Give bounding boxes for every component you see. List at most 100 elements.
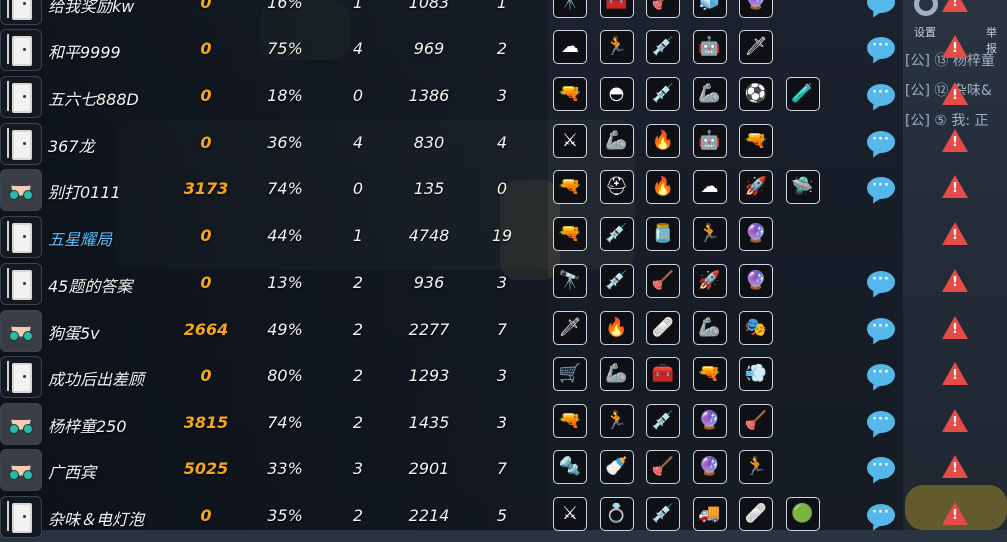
red-plunger-icon[interactable]: 🪠	[646, 450, 680, 484]
syringe-icon[interactable]: 💉	[599, 217, 634, 251]
chat-bubble-icon[interactable]: ···	[867, 271, 895, 293]
shopping-cart-icon[interactable]: 🛒	[553, 357, 587, 391]
pink-cloud-icon[interactable]: ☁	[553, 30, 587, 64]
player-row[interactable]: 给我奖励kw 0 16% 1 1083 1 🔭 🧰 🪠 🧊 🔮 ···!	[0, 0, 1007, 29]
report-warning-icon[interactable]: !	[942, 82, 968, 105]
player-row[interactable]: 五六七888D 0 18% 0 1386 3 🔫 ◓ 💉 🦾 ⚽ 🧪 ···!	[0, 76, 1007, 122]
player-name[interactable]: 杨梓童250	[48, 413, 178, 437]
player-row[interactable]: 五星耀局 0 44% 1 4748 19 🔫 💉 🫙 🏃 🔮!	[0, 216, 1007, 262]
purple-mask-icon[interactable]: 🎭	[739, 311, 773, 345]
bubble-orb-icon[interactable]: 🔮	[692, 404, 727, 438]
mech-arm-icon[interactable]: 🦾	[692, 311, 727, 345]
mech-arm-icon[interactable]: 🦾	[692, 77, 727, 111]
chat-bubble-icon[interactable]: ···	[867, 504, 895, 526]
report-warning-icon[interactable]: !	[942, 362, 968, 385]
treasure-chest-icon[interactable]: 🧰	[646, 357, 680, 391]
syringe-icon[interactable]: 💉	[599, 264, 634, 298]
purple-cannon-icon[interactable]: 🔫	[553, 217, 587, 251]
spaceship-icon[interactable]: 🚀	[739, 170, 773, 204]
truck-icon[interactable]: 🚚	[692, 497, 727, 531]
red-plunger-icon[interactable]: 🪠	[739, 404, 773, 438]
ufo-icon[interactable]: 🛸	[785, 170, 820, 204]
player-name[interactable]: 和平9999	[48, 39, 178, 63]
player-name[interactable]: 广西宾	[48, 459, 178, 483]
bandage-icon[interactable]: 🩹	[739, 497, 773, 531]
chat-bubble-icon[interactable]: ···	[867, 177, 895, 199]
purple-potion-icon[interactable]: 🧪	[785, 77, 820, 111]
report-warning-icon[interactable]: !	[942, 129, 968, 152]
player-name[interactable]: 给我奖励kw	[48, 0, 178, 17]
report-warning-icon[interactable]: !	[942, 316, 968, 339]
milk-bottle-icon[interactable]: 🍼	[599, 450, 634, 484]
green-dash-icon[interactable]: 💨	[739, 357, 773, 391]
player-row[interactable]: 别打0111 3173 74% 0 135 0 🔫 ⛑ 🔥 ☁ 🚀 🛸 ···!	[0, 169, 1007, 215]
player-name[interactable]: 五六七888D	[48, 86, 178, 110]
crystal-cube-icon[interactable]: 🧊	[692, 0, 727, 18]
robot-head-icon[interactable]: 🤖	[692, 124, 727, 158]
fire-staff-icon[interactable]: 🔥	[646, 170, 680, 204]
red-plunger-icon[interactable]: 🪠	[646, 264, 680, 298]
player-row[interactable]: 和平9999 0 75% 4 969 2 ☁ 🏃 💉 🤖 🗡 ···!	[0, 29, 1007, 75]
report-warning-icon[interactable]: !	[942, 175, 968, 198]
bubble-orb-icon[interactable]: 🔮	[739, 264, 773, 298]
player-name[interactable]: 别打0111	[48, 179, 178, 203]
blue-cannon-icon[interactable]: 🔫	[739, 124, 773, 158]
running-man-icon[interactable]: 🏃	[692, 217, 727, 251]
syringe-icon[interactable]: 💉	[646, 404, 680, 438]
chat-bubble-icon[interactable]: ···	[867, 84, 895, 106]
blue-sword-icon[interactable]: ⚔	[553, 124, 587, 158]
robot-parts-icon[interactable]: 🤖	[692, 30, 727, 64]
report-warning-icon[interactable]: !	[942, 35, 968, 58]
player-name[interactable]: 367龙	[48, 133, 178, 157]
mech-arm-icon[interactable]: 🦾	[599, 124, 634, 158]
gold-cannon-icon[interactable]: 🔫	[553, 170, 587, 204]
chat-bubble-icon[interactable]: ···	[867, 411, 895, 433]
report-warning-icon[interactable]: !	[942, 502, 968, 525]
report-warning-icon[interactable]: !	[942, 269, 968, 292]
green-rocket-icon[interactable]: 🚀	[692, 264, 727, 298]
chat-bubble-icon[interactable]: ···	[867, 0, 895, 13]
bubble-orb-icon[interactable]: 🔮	[739, 217, 773, 251]
treasure-chest-icon[interactable]: 🧰	[599, 0, 634, 18]
gold-drill-icon[interactable]: 🔩	[553, 450, 587, 484]
player-row[interactable]: 45题的答案 0 13% 2 936 3 🔭 💉 🪠 🚀 🔮 ···!	[0, 263, 1007, 309]
player-name[interactable]: 杂味＆电灯泡	[48, 506, 178, 530]
bubble-orb-icon[interactable]: 🔮	[692, 450, 727, 484]
player-row[interactable]: 杨梓童250 3815 74% 2 1435 3 🔫 🏃 💉 🔮 🪠 ···!	[0, 403, 1007, 449]
syringe-icon[interactable]: 💉	[646, 497, 680, 531]
player-name[interactable]: 成功后出差顾	[48, 366, 178, 390]
fire-staff-icon[interactable]: 🔥	[646, 124, 680, 158]
player-row[interactable]: 狗蛋5v 2664 49% 2 2277 7 🗡 🔥 🩹 🦾 🎭 ···!	[0, 310, 1007, 356]
syringe-icon[interactable]: 💉	[646, 77, 680, 111]
purple-sword-icon[interactable]: 🗡	[739, 30, 773, 64]
player-row[interactable]: 杂味＆电灯泡 0 35% 2 2214 5 ⚔ 💍 💉 🚚 🩹 🟢 ···!	[0, 496, 1007, 542]
syringe-icon[interactable]: 💉	[646, 30, 680, 64]
bandage-icon[interactable]: 🩹	[646, 311, 680, 345]
glass-dome-icon[interactable]: ◓	[599, 77, 634, 111]
chat-bubble-icon[interactable]: ···	[867, 457, 895, 479]
jar-icon[interactable]: 🫙	[646, 217, 680, 251]
binoculars-icon[interactable]: 🔭	[553, 264, 587, 298]
cannon-icon[interactable]: 🔫	[553, 77, 587, 111]
player-row[interactable]: 367龙 0 36% 4 830 4 ⚔ 🦾 🔥 🤖 🔫 ···!	[0, 123, 1007, 169]
chat-bubble-icon[interactable]: ···	[867, 318, 895, 340]
red-plunger-icon[interactable]: 🪠	[646, 0, 680, 18]
player-name[interactable]: 狗蛋5v	[48, 320, 178, 344]
chat-bubble-icon[interactable]: ···	[867, 37, 895, 59]
blue-cannon-icon[interactable]: 🔫	[553, 404, 587, 438]
player-name[interactable]: 45题的答案	[48, 273, 178, 297]
player-name[interactable]: 五星耀局	[48, 226, 178, 250]
bubble-orb-icon[interactable]: 🔮	[739, 0, 773, 18]
blaster-icon[interactable]: 🔫	[692, 357, 727, 391]
striped-ball-icon[interactable]: ⚽	[739, 77, 773, 111]
silver-ring-icon[interactable]: 💍	[599, 497, 634, 531]
binoculars-icon[interactable]: 🔭	[553, 0, 587, 18]
fire-staff-icon[interactable]: 🔥	[599, 311, 634, 345]
blue-sword-icon[interactable]: ⚔	[553, 497, 587, 531]
report-warning-icon[interactable]: !	[942, 222, 968, 245]
report-warning-icon[interactable]: !	[942, 455, 968, 478]
running-man-icon[interactable]: 🏃	[739, 450, 773, 484]
player-row[interactable]: 广西宾 5025 33% 3 2901 7 🔩 🍼 🪠 🔮 🏃 ···!	[0, 449, 1007, 495]
running-man-icon[interactable]: 🏃	[599, 30, 634, 64]
report-warning-icon[interactable]: !	[942, 0, 968, 12]
